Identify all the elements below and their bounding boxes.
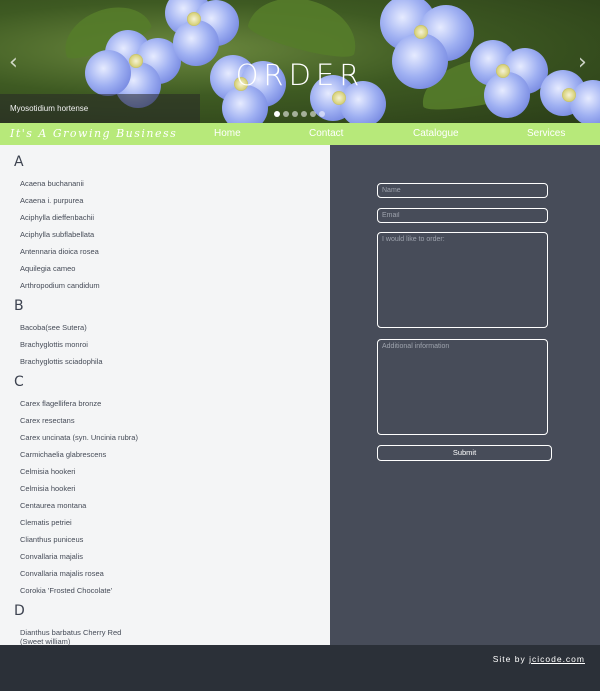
chevron-left-icon[interactable]: ‹ <box>9 50 18 75</box>
plant-item[interactable]: Convallaria majalis <box>20 552 150 561</box>
slider-dots <box>274 111 325 117</box>
site-logo[interactable]: It's A Growing Business <box>10 127 177 140</box>
nav-link-contact[interactable]: Contact <box>309 128 343 139</box>
slider-dot[interactable] <box>274 111 280 117</box>
slider-dot[interactable] <box>310 111 316 117</box>
nav-link-services[interactable]: Services <box>527 128 565 139</box>
plant-item[interactable]: Celmisia hookeri <box>20 467 150 476</box>
top-nav: It's A Growing Business Home Contact Cat… <box>0 123 600 145</box>
order-textarea[interactable] <box>377 232 548 328</box>
submit-button[interactable]: Submit <box>377 445 552 461</box>
slider-dot[interactable] <box>301 111 307 117</box>
order-form-panel: Submit <box>330 145 600 645</box>
section-letter: A <box>14 154 24 170</box>
section-letter: C <box>14 374 24 390</box>
name-field[interactable] <box>377 183 548 198</box>
plant-item[interactable]: Aciphylla subflabellata <box>20 230 150 239</box>
plant-item[interactable]: Acaena buchananii <box>20 179 150 188</box>
leaf-image <box>245 0 365 64</box>
footer-prefix: Site by <box>492 654 530 664</box>
plant-list: A Acaena buchananii Acaena i. purpurea A… <box>0 145 330 645</box>
plant-item[interactable]: Clematis petriei <box>20 518 150 527</box>
plant-item[interactable]: Clianthus puniceus <box>20 535 150 544</box>
footer-credit: Site by jcicode.com <box>493 654 585 664</box>
slider-dot[interactable] <box>319 111 325 117</box>
nav-link-catalogue[interactable]: Catalogue <box>413 128 459 139</box>
plant-item[interactable]: Dianthus barbatus Cherry Red (Sweet will… <box>20 628 135 645</box>
footer-link[interactable]: jcicode.com <box>529 654 585 664</box>
plant-item[interactable]: Bacoba(see Sutera) <box>20 323 150 332</box>
plant-item[interactable]: Brachyglottis sciadophila <box>20 357 150 366</box>
plant-item[interactable]: Arthropodium candidum <box>20 281 150 290</box>
slider-dot[interactable] <box>292 111 298 117</box>
plant-item[interactable]: Aciphylla dieffenbachii <box>20 213 150 222</box>
plant-item[interactable]: Carex flagellifera bronze <box>20 399 150 408</box>
slide-caption: Myosotidium hortense <box>10 104 89 113</box>
plant-item[interactable]: Convallaria majalis rosea <box>20 569 150 578</box>
hero-banner: Myosotidium hortense ORDER ‹ › <box>0 0 600 123</box>
plant-item[interactable]: Antennaria dioica rosea <box>20 247 150 256</box>
footer: Site by jcicode.com <box>0 645 600 691</box>
plant-item[interactable]: Corokia 'Frosted Chocolate' <box>20 586 150 595</box>
plant-item[interactable]: Centaurea montana <box>20 501 150 510</box>
additional-info-textarea[interactable] <box>377 339 548 435</box>
plant-item[interactable]: Acaena i. purpurea <box>20 196 150 205</box>
email-field[interactable] <box>377 208 548 223</box>
plant-item[interactable]: Carex uncinata (syn. Uncinia rubra) <box>20 433 150 442</box>
section-letter: B <box>14 298 24 314</box>
plant-item[interactable]: Brachyglottis monroi <box>20 340 150 349</box>
slider-dot[interactable] <box>283 111 289 117</box>
plant-item[interactable]: Carex resectans <box>20 416 150 425</box>
page-title: ORDER <box>235 58 365 92</box>
plant-item[interactable]: Celmisia hookeri <box>20 484 150 493</box>
section-letter: D <box>14 603 25 619</box>
plant-item[interactable]: Carmichaelia glabrescens <box>20 450 150 459</box>
nav-link-home[interactable]: Home <box>214 128 241 139</box>
plant-item[interactable]: Aquilegia cameo <box>20 264 150 273</box>
chevron-right-icon[interactable]: › <box>578 50 587 75</box>
